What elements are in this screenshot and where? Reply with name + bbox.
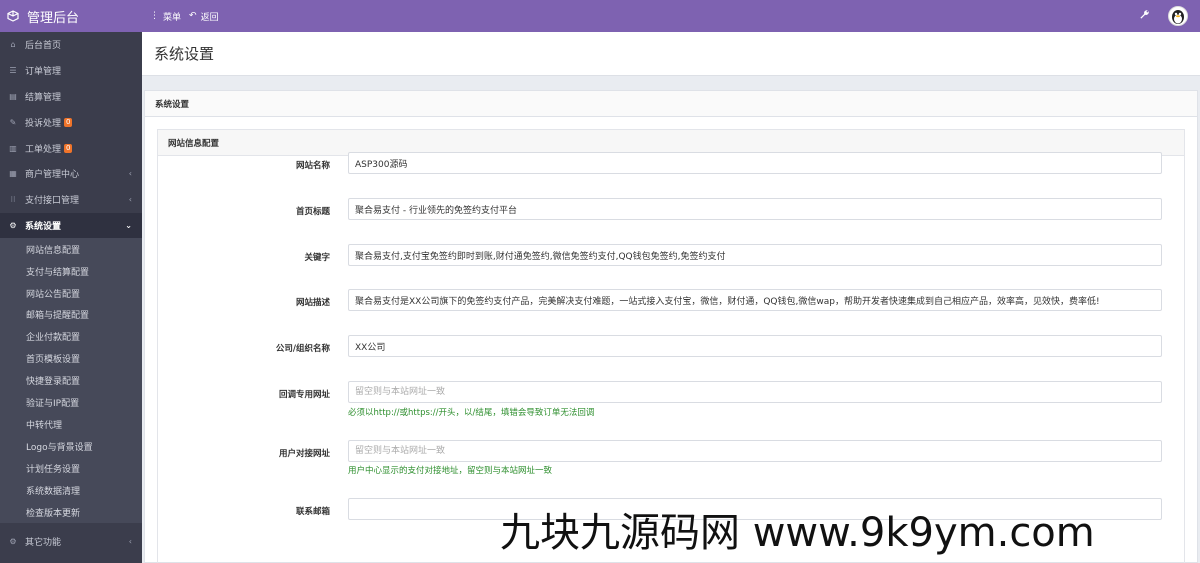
chevron-down-icon: ⌄	[125, 220, 132, 230]
submenu-quick-login[interactable]: 快捷登录配置	[12, 370, 142, 392]
watermark: 九块九源码网 www.9k9ym.com	[500, 510, 1095, 556]
sidebar-item-merchants[interactable]: ▦ 商户管理中心 ‹	[0, 161, 142, 187]
submenu-cron-tasks[interactable]: 计划任务设置	[12, 457, 142, 479]
complaints-badge: 0	[64, 117, 73, 127]
sidebar-item-label: 系统设置	[25, 221, 62, 232]
company-input[interactable]	[348, 335, 1162, 357]
description-label: 网站描述	[295, 298, 330, 308]
cube-icon	[6, 10, 19, 23]
home-title-input[interactable]	[348, 198, 1162, 220]
sidebar-item-settlement[interactable]: ▤ 结算管理	[0, 84, 142, 110]
top-bar: 管理后台 ⋮ 菜单 ↶ 返回	[0, 0, 1200, 32]
submenu-enterprise-payment[interactable]: 企业付款配置	[12, 326, 142, 348]
edit-icon: ✎	[9, 117, 17, 127]
users-icon: ▦	[9, 169, 17, 179]
submenu-payment-settlement[interactable]: 支付与结算配置	[12, 260, 142, 282]
submenu-data-cleanup[interactable]: 系统数据清理	[12, 479, 142, 501]
submenu-site-info[interactable]: 网站信息配置	[12, 238, 142, 260]
grid-icon: ⁝⁝	[10, 195, 16, 205]
description-input[interactable]	[348, 289, 1162, 311]
cogs-icon: ⚙	[9, 537, 17, 547]
settings-submenu: 网站信息配置 支付与结算配置 网站公告配置 邮箱与提醒配置 企业付款配置 首页模…	[0, 238, 142, 523]
chevron-left-icon: ‹	[128, 537, 132, 547]
chevron-left-icon: ‹	[128, 195, 132, 205]
menu-label: 菜单	[163, 12, 182, 23]
vertical-dots-icon: ⋮	[150, 11, 159, 21]
submenu-proxy[interactable]: 中转代理	[12, 414, 142, 436]
keywords-label: 关键字	[304, 253, 330, 263]
sidebar: ⌂ 后台首页 ☰ 订单管理 ▤ 结算管理 ✎ 投诉处理 0 ▥ 工单处理 0 ▦…	[0, 32, 142, 563]
sidebar-item-home[interactable]: ⌂ 后台首页	[0, 32, 142, 58]
site-info-section: 网站信息配置 网站名称 首页标题 关键字 网站描述	[157, 129, 1185, 563]
tickets-badge: 0	[64, 143, 73, 153]
sidebar-item-orders[interactable]: ☰ 订单管理	[0, 58, 142, 84]
main-content: 系统设置 系统设置 网站信息配置 网站名称 首页标题 关键字 网站描述	[142, 32, 1200, 563]
user-api-url-label: 用户对接网址	[278, 449, 330, 459]
callback-url-hint: 必须以http://或https://开头，以/结尾，填错会导致订单无法回调	[348, 408, 595, 418]
keywords-input[interactable]	[348, 244, 1162, 266]
site-name-input[interactable]	[348, 152, 1162, 174]
back-button[interactable]: ↶ 返回	[189, 10, 219, 23]
callback-url-input[interactable]	[348, 381, 1162, 403]
money-icon: ▤	[9, 91, 17, 101]
sidebar-item-label: 商户管理中心	[25, 170, 80, 181]
wrench-icon[interactable]	[1139, 9, 1150, 23]
menu-button[interactable]: ⋮ 菜单	[150, 10, 181, 23]
undo-icon: ↶	[189, 11, 197, 21]
sidebar-item-payment-api[interactable]: ⁝⁝ 支付接口管理 ‹	[0, 187, 142, 213]
sidebar-item-other[interactable]: ⚙ 其它功能 ‹	[0, 529, 142, 555]
sidebar-item-complaints[interactable]: ✎ 投诉处理 0	[0, 109, 142, 135]
callback-url-label: 回调专用网址	[278, 390, 330, 400]
settings-panel: 系统设置 网站信息配置 网站名称 首页标题 关键字 网站描述	[144, 90, 1198, 563]
brand[interactable]: 管理后台	[0, 0, 142, 32]
gear-icon: ⚙	[9, 220, 17, 230]
sidebar-item-label: 其它功能	[25, 538, 62, 549]
site-name-label: 网站名称	[295, 161, 330, 171]
submenu-announcement[interactable]: 网站公告配置	[12, 282, 142, 304]
panel-title: 系统设置	[145, 91, 1197, 117]
sidebar-item-label: 投诉处理	[25, 118, 62, 129]
avatar[interactable]	[1168, 6, 1188, 26]
chevron-left-icon: ‹	[128, 169, 132, 179]
ticket-icon: ▥	[9, 143, 17, 153]
submenu-check-update[interactable]: 检查版本更新	[12, 501, 142, 523]
home-title-label: 首页标题	[295, 207, 330, 217]
sidebar-item-label: 支付接口管理	[25, 196, 80, 207]
brand-title: 管理后台	[27, 10, 80, 26]
company-label: 公司/组织名称	[275, 344, 330, 354]
list-icon: ☰	[9, 66, 17, 76]
submenu-verify-ip[interactable]: 验证与IP配置	[12, 392, 142, 414]
submenu-home-template[interactable]: 首页模板设置	[12, 348, 142, 370]
sidebar-item-label: 工单处理	[25, 144, 62, 155]
back-label: 返回	[200, 12, 219, 23]
page-title: 系统设置	[142, 32, 1200, 76]
home-icon: ⌂	[10, 40, 16, 50]
sidebar-item-label: 后台首页	[25, 41, 62, 52]
submenu-mail-reminder[interactable]: 邮箱与提醒配置	[12, 304, 142, 326]
sidebar-item-label: 订单管理	[25, 67, 62, 78]
user-api-url-input[interactable]	[348, 440, 1162, 462]
contact-email-label: 联系邮箱	[295, 507, 330, 517]
sidebar-item-system-settings[interactable]: ⚙ 系统设置 ⌄	[0, 212, 142, 239]
sidebar-item-tickets[interactable]: ▥ 工单处理 0	[0, 135, 142, 161]
sidebar-item-label: 结算管理	[25, 92, 62, 103]
user-api-url-hint: 用户中心显示的支付对接地址，留空则与本站网址一致	[348, 466, 553, 476]
submenu-logo-background[interactable]: Logo与背景设置	[12, 435, 142, 457]
